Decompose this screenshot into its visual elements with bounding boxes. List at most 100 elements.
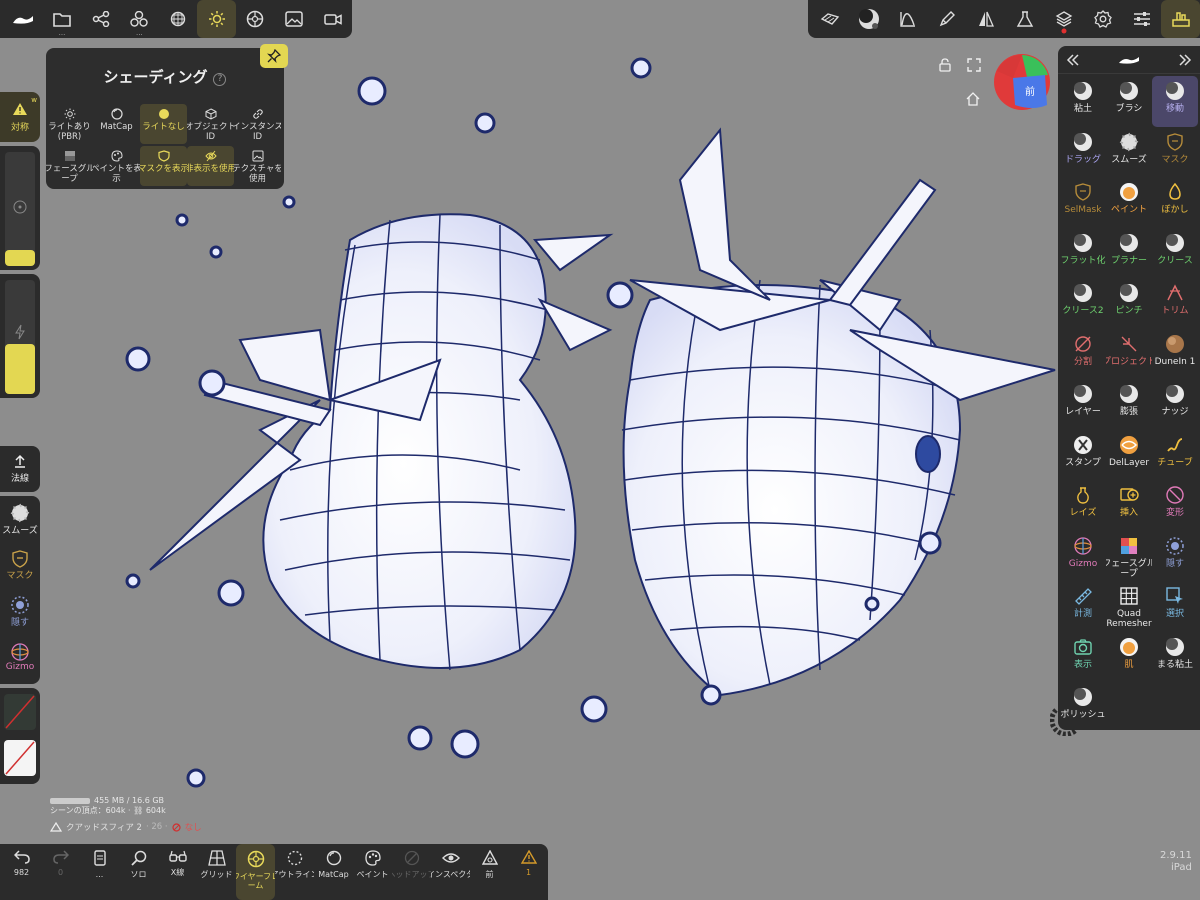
tool-26[interactable]: 変形 [1152, 480, 1198, 531]
layers-button[interactable] [1044, 0, 1083, 38]
fullscreen-icon[interactable] [967, 58, 981, 72]
intensity-slider[interactable] [0, 274, 40, 398]
normal-button[interactable]: 法線 [0, 446, 40, 492]
tool-33[interactable]: 表示 [1060, 632, 1106, 683]
mesh-info[interactable]: クアッドスフィア 2 · 26 · なし [50, 821, 202, 833]
shade-facegroup-option[interactable]: フェースグル ープ [46, 146, 93, 186]
tool-27[interactable]: Gizmo [1060, 531, 1106, 582]
symmetry-top-button[interactable] [966, 0, 1005, 38]
tool-32[interactable]: 選択 [1152, 581, 1198, 632]
logo-button[interactable] [4, 0, 43, 38]
settings-button[interactable] [1083, 0, 1122, 38]
tool-5[interactable]: マスク [1152, 127, 1198, 178]
chevron-double-right-icon[interactable] [1178, 53, 1192, 66]
tool-18[interactable]: レイヤー [1060, 379, 1106, 430]
camera-button[interactable] [313, 0, 352, 38]
tool-10[interactable]: プラナー [1106, 228, 1152, 279]
tool-12[interactable]: クリース2 [1060, 278, 1106, 329]
sliders-button[interactable] [1122, 0, 1161, 38]
shade-object-id-option[interactable]: オブジェクト ID [187, 104, 234, 144]
xray-button[interactable]: X線 [158, 844, 197, 900]
tool-7[interactable]: ペイント [1106, 177, 1152, 228]
tool-22[interactable]: DelLayer [1106, 430, 1152, 481]
shade-hidden-option[interactable]: 非表示を使用 [187, 146, 234, 186]
tool-8[interactable]: ぼかし [1152, 177, 1198, 228]
help-icon[interactable]: ? [213, 73, 227, 86]
stroke-button[interactable] [810, 0, 849, 38]
tool-4[interactable]: スムーズ [1106, 127, 1152, 178]
tool-29[interactable]: 隠す [1152, 531, 1198, 582]
tool-17[interactable]: DuneIn 1 [1152, 329, 1198, 380]
solo-label: ソロ [130, 870, 147, 879]
tool-2[interactable]: 移動 [1152, 76, 1198, 127]
pin-button[interactable] [260, 44, 288, 68]
tool-1[interactable]: ブラシ [1106, 76, 1152, 127]
tool-13[interactable]: ピンチ [1106, 278, 1152, 329]
paint-toggle-button[interactable]: ペイント [353, 844, 392, 900]
wireframe-toggle-button[interactable]: ワイヤーフレ ーム [236, 844, 275, 900]
matcap-toggle-button[interactable]: MatCap [314, 844, 353, 900]
image-button[interactable] [275, 0, 314, 38]
tool-15[interactable]: 分割 [1060, 329, 1106, 380]
shade-pbr-option[interactable]: ライトあり (PBR) [46, 104, 93, 144]
lock-icon[interactable] [938, 58, 952, 72]
shade-mask-option[interactable]: マスクを表示 [140, 146, 187, 186]
curve-button[interactable] [888, 0, 927, 38]
left-mask-tool[interactable]: マスク [0, 542, 40, 588]
device-button[interactable]: ... [80, 844, 119, 900]
inspector-button[interactable]: インスペクタ [431, 844, 470, 900]
hidden-toggle-button[interactable]: ヘッドアップ [392, 844, 431, 900]
shade-instance-id-option[interactable]: インスタンス ID [234, 104, 281, 144]
tool-24[interactable]: レイズ [1060, 480, 1106, 531]
home-icon[interactable] [966, 92, 980, 106]
front-view-button[interactable]: 前 [470, 844, 509, 900]
tool-35[interactable]: まる粘土 [1152, 632, 1198, 683]
view-cube[interactable]: 前 [993, 53, 1051, 111]
shade-paint-option[interactable]: ペイントを表 示 [93, 146, 140, 186]
intensity-slider-fill [5, 344, 35, 394]
tool-30[interactable]: 計測 [1060, 581, 1106, 632]
chevron-double-left-icon[interactable] [1066, 53, 1080, 66]
tool-25[interactable]: 挿入 [1106, 480, 1152, 531]
shading-button[interactable] [197, 0, 237, 38]
tool-3[interactable]: ドラッグ [1060, 127, 1106, 178]
pen-button[interactable] [927, 0, 966, 38]
warning-button[interactable]: 1 [509, 844, 548, 900]
tool-21[interactable]: スタンプ [1060, 430, 1106, 481]
wireframe-button[interactable] [236, 0, 275, 38]
left-gizmo-tool[interactable]: Gizmo [0, 634, 40, 680]
multires-button[interactable]: ... [120, 0, 159, 38]
redo-button[interactable]: 0 [41, 844, 80, 900]
left-smooth-tool[interactable]: スムーズ [0, 496, 40, 542]
matcap-button[interactable] [849, 0, 888, 38]
shade-unlit-option[interactable]: ライトなし [140, 104, 187, 144]
files-button[interactable]: ... [43, 0, 82, 38]
tool-14[interactable]: トリム [1152, 278, 1198, 329]
tool-11[interactable]: クリース [1152, 228, 1198, 279]
left-hide-tool[interactable]: 隠す [0, 588, 40, 634]
tool-6[interactable]: SelMask [1060, 177, 1106, 228]
secondary-color-swatch[interactable] [4, 740, 36, 776]
shade-texture-option[interactable]: テクスチャを 使用 [234, 146, 281, 186]
outline-button[interactable]: アウトライン [275, 844, 314, 900]
topology-button[interactable] [159, 0, 198, 38]
shade-matcap-option[interactable]: MatCap [93, 104, 140, 144]
solo-button[interactable]: ソロ [119, 844, 158, 900]
tools-panel-button[interactable] [1161, 0, 1200, 38]
undo-button[interactable]: 982 [2, 844, 41, 900]
tool-23[interactable]: チューブ [1152, 430, 1198, 481]
tool-9[interactable]: フラット化 [1060, 228, 1106, 279]
radius-slider[interactable] [0, 146, 40, 270]
symmetry-button[interactable]: 対称 w [0, 92, 40, 142]
tool-31[interactable]: Quad Remesher [1106, 581, 1152, 632]
tool-16[interactable]: プロジェクト [1106, 329, 1152, 380]
scene-button[interactable] [81, 0, 120, 38]
grid-button[interactable]: グリッド [197, 844, 236, 900]
tool-34[interactable]: 肌 [1106, 632, 1152, 683]
primary-color-swatch[interactable] [4, 694, 36, 730]
tool-0[interactable]: 粘土 [1060, 76, 1106, 127]
flask-button[interactable] [1005, 0, 1044, 38]
tool-19[interactable]: 膨張 [1106, 379, 1152, 430]
tool-20[interactable]: ナッジ [1152, 379, 1198, 430]
tool-28[interactable]: フェースグル ープ [1106, 531, 1152, 582]
